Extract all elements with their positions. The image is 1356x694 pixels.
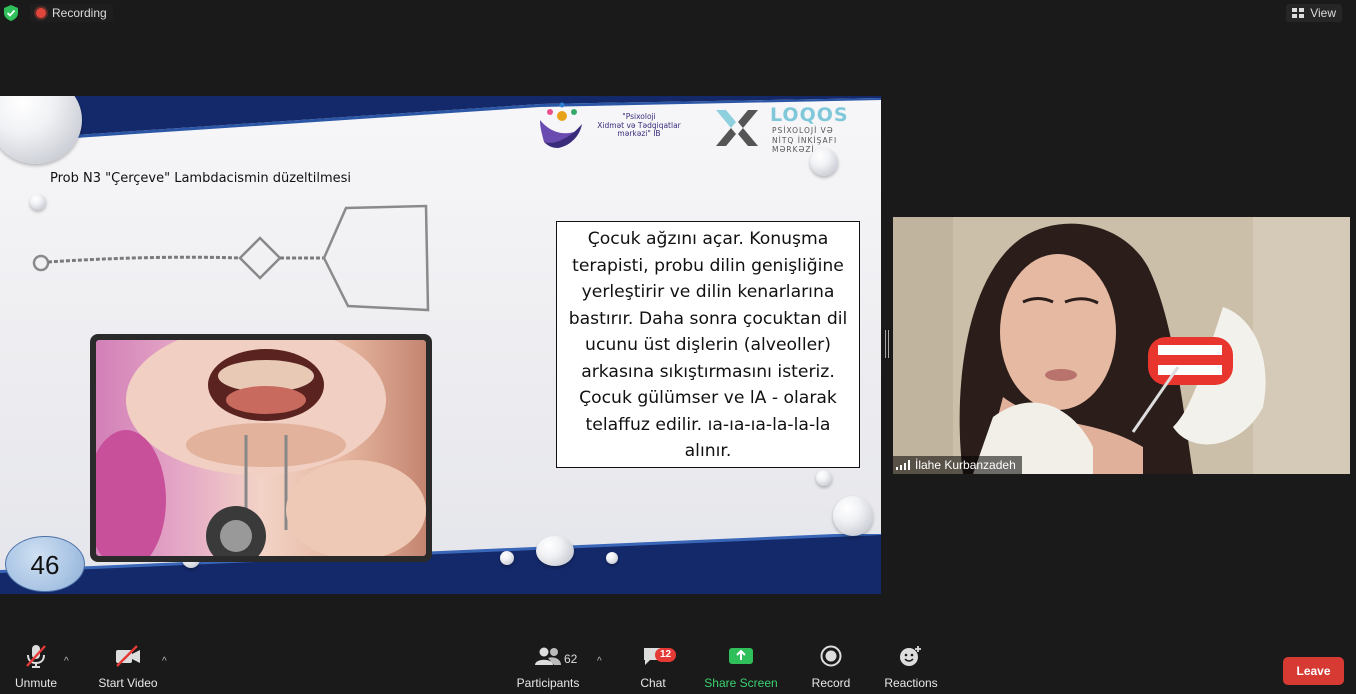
signal-strength-icon: [896, 460, 910, 470]
logo2-line: PSİXOLOJİ VƏ: [772, 126, 834, 135]
decor-bubble: [816, 470, 832, 486]
record-icon: [820, 645, 842, 667]
view-button[interactable]: View: [1286, 4, 1342, 22]
decor-bubble: [536, 536, 574, 566]
participant-video[interactable]: İlahe Kurbanzadeh: [893, 217, 1350, 474]
participants-icon: [535, 647, 561, 665]
participants-label: Participants: [516, 676, 580, 690]
decor-bubble: [500, 551, 514, 565]
recording-dot-icon: [36, 8, 46, 18]
photo-content: [96, 340, 426, 556]
probe-illustration: [32, 204, 430, 312]
instruction-line: alınır.: [684, 441, 732, 461]
instruction-line: telaffuz edilir. ıa-ıa-ıa-la-la-la: [585, 414, 831, 435]
share-screen-button[interactable]: Share Screen: [703, 640, 779, 694]
instruction-line: yerleştirir ve dilin kenarlarına: [581, 282, 835, 302]
unmute-button[interactable]: Unmute: [10, 640, 62, 694]
start-video-label: Start Video: [98, 676, 158, 690]
unmute-label: Unmute: [14, 676, 58, 690]
muted-microphone-icon: [26, 645, 46, 668]
decor-bubble: [0, 96, 82, 164]
participants-button[interactable]: Participants: [514, 640, 582, 694]
meeting-toolbar: Unmute ^ Start Video ^ Participants 62 ^: [0, 640, 1356, 694]
instruction-line: Çocuk gülümser ve lA - olarak: [579, 388, 837, 408]
view-label: View: [1310, 6, 1336, 20]
record-label: Record: [811, 676, 851, 690]
chat-label: Chat: [640, 676, 666, 690]
participants-count: 62: [564, 652, 578, 666]
participant-name-tag: İlahe Kurbanzadeh: [893, 456, 1022, 474]
shared-slide: "Psixoloji Xidmət və Tədqiqatlar mərkəzi…: [0, 96, 881, 594]
instruction-line: bastırır. Daha sonra çocuktan dil: [568, 308, 848, 329]
participants-options-caret-icon[interactable]: ^: [597, 656, 602, 667]
logo1-line: mərkəzi" İB: [617, 129, 661, 138]
loqos-logo-name: LOQOS: [770, 104, 849, 126]
loqos-logo-subtitle: PSİXOLOJİ VƏ NİTQ İNKİŞAFI MƏRKƏZİ: [772, 126, 837, 155]
slide-page-number: 46: [5, 536, 85, 592]
recording-indicator[interactable]: Recording: [30, 4, 113, 22]
instruction-textbox: Çocuk ağzını açar. Konuşma terapisti, pr…: [556, 221, 860, 468]
participant-name: İlahe Kurbanzadeh: [915, 458, 1016, 472]
grid-view-icon: [1292, 8, 1305, 18]
resize-handle[interactable]: [885, 330, 889, 358]
logo2-line: NİTQ İNKİŞAFI: [772, 135, 838, 145]
chat-button[interactable]: Chat 12: [633, 640, 677, 694]
slide-title: Prob N3 "Çerçeve" Lambdacismin düzeltilm…: [50, 171, 352, 186]
participant-video-feed: [893, 217, 1350, 474]
video-options-caret-icon[interactable]: ^: [162, 656, 167, 667]
decor-bubble: [606, 552, 618, 564]
reactions-emoji-icon: [900, 646, 921, 666]
recording-label: Recording: [52, 6, 107, 20]
audio-options-caret-icon[interactable]: ^: [64, 656, 69, 667]
child-mouth-image: [96, 340, 426, 556]
chat-unread-badge: 12: [655, 648, 677, 662]
mouth-exercise-photo: [90, 334, 432, 562]
psixoloji-logo-text: "Psixoloji Xidmət və Tədqiqatlar mərkəzi…: [584, 112, 694, 139]
leave-button[interactable]: Leave: [1283, 657, 1344, 685]
share-screen-icon: [729, 648, 753, 664]
loqos-logo-icon: [716, 110, 758, 146]
share-screen-label: Share Screen: [704, 676, 778, 690]
reactions-button[interactable]: Reactions: [882, 640, 940, 694]
reactions-label: Reactions: [884, 676, 938, 690]
instruction-line: terapisti, probu dilin genişliğine: [572, 255, 844, 276]
record-button[interactable]: Record: [806, 640, 856, 694]
security-shield-icon[interactable]: [4, 5, 18, 21]
instruction-line: ucunu üst dişlerin (alveoller): [585, 335, 831, 355]
instruction-line: arkasına sıkıştırmasını isteriz.: [581, 361, 835, 382]
instruction-line: Çocuk ağzını açar. Konuşma: [587, 229, 829, 249]
top-bar: Recording View: [0, 0, 1356, 26]
logo2-line: MƏRKƏZİ: [772, 145, 815, 154]
video-off-icon: [116, 645, 140, 667]
decor-bubble: [833, 496, 873, 536]
start-video-button[interactable]: Start Video: [96, 640, 160, 694]
